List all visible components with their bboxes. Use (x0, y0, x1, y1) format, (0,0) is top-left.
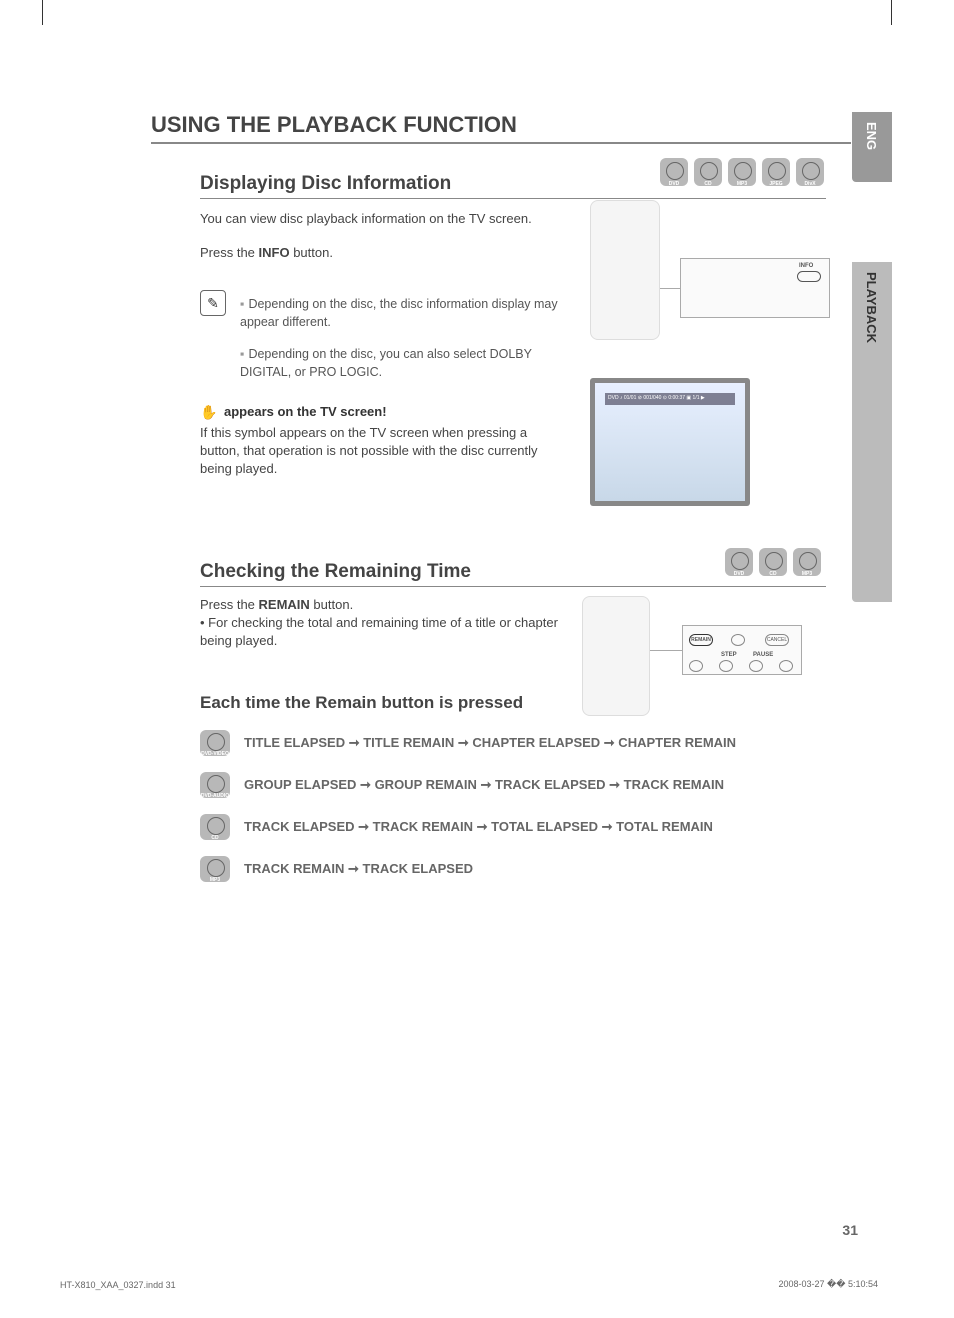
section-heading-remain-cycle: Each time the Remain button is pressed (200, 693, 523, 713)
pause-label: PAUSE (753, 652, 773, 658)
language-tab-label: ENG (852, 112, 891, 160)
tv-screen-body: If this symbol appears on the TV screen … (200, 424, 560, 479)
cycle-row-cd: CD TRACK ELAPSED ➞ TRACK REMAIN ➞ TOTAL … (200, 814, 713, 840)
step-button (719, 660, 733, 672)
section-heading-remaining-time: Checking the Remaining Time (200, 561, 471, 583)
step-label: STEP (721, 652, 737, 658)
remain-button-highlight: REMAIN (689, 634, 713, 646)
footer-filename: HT-X810_XAA_0327.indd 31 (60, 1280, 176, 1290)
remain-bullet: • For checking the total and remaining t… (200, 614, 560, 650)
title-underline (151, 142, 851, 144)
bullet-icon: ▪ (240, 297, 244, 311)
note-2: ▪Depending on the disc, you can also sel… (240, 346, 570, 381)
info-button-label: INFO (799, 263, 813, 269)
badge-mp3: MP3 (793, 548, 821, 576)
badge-dvd: DVD (725, 548, 753, 576)
prev-button (689, 660, 703, 672)
cancel-button: CANCEL (765, 634, 789, 646)
callout-line (650, 650, 682, 651)
page-title: USING THE PLAYBACK FUNCTION (151, 112, 517, 138)
tv-overlay-osd: DVD ♪ 01/01 ⊘ 001/040 ⊙ 0:00:37 ▣ 1/1 ▶ (605, 393, 735, 405)
heading-underline (200, 586, 826, 587)
heading-underline (200, 198, 826, 199)
note-icon: ✎ (200, 290, 226, 316)
badge-dvd-video: DVD-VIDEO (200, 730, 230, 756)
intro-text: You can view disc playback information o… (200, 210, 532, 228)
tv-preview-image: DVD ♪ 01/01 ⊘ 001/040 ⊙ 0:00:37 ▣ 1/1 ▶ (590, 378, 750, 506)
remote-diagram-1 (590, 200, 660, 340)
bullet-icon: ▪ (240, 347, 244, 361)
note-1: ▪Depending on the disc, the disc informa… (240, 296, 570, 331)
badge-mp3: MP3 (200, 856, 230, 882)
format-badges-disc-info: DVD CD MP3 JPEG DivX (660, 158, 824, 186)
remote-callout-info: INFO (680, 258, 830, 318)
badge-cd: CD (759, 548, 787, 576)
next-button (779, 660, 793, 672)
badge-dvd: DVD (660, 158, 688, 186)
cycle-row-mp3: MP3 TRACK REMAIN ➞ TRACK ELAPSED (200, 856, 473, 882)
crop-mark (891, 0, 892, 25)
crop-mark (42, 0, 43, 25)
badge-divx: DivX (796, 158, 824, 186)
info-button-highlight (797, 271, 821, 282)
badge-cd: CD (694, 158, 722, 186)
cycle-text: TRACK ELAPSED ➞ TRACK REMAIN ➞ TOTAL ELA… (244, 819, 713, 835)
press-info-instruction: Press the INFO button. (200, 244, 333, 262)
cycle-text: GROUP ELAPSED ➞ GROUP REMAIN ➞ TRACK ELA… (244, 777, 724, 793)
badge-cd: CD (200, 814, 230, 840)
remote-callout-remain: REMAIN CANCEL STEP PAUSE (682, 625, 802, 675)
badge-jpeg: JPEG (762, 158, 790, 186)
tv-preview-screen: DVD ♪ 01/01 ⊘ 001/040 ⊙ 0:00:37 ▣ 1/1 ▶ (595, 383, 745, 501)
page-number: 31 (842, 1222, 858, 1238)
format-badges-remaining: DVD CD MP3 (725, 548, 821, 576)
remote-diagram-2 (582, 596, 650, 716)
callout-line (660, 288, 680, 289)
section-tab-label: PLAYBACK (852, 262, 891, 353)
badge-dvd-audio: DVD-AUDIO (200, 772, 230, 798)
cycle-row-dvd-audio: DVD-AUDIO GROUP ELAPSED ➞ GROUP REMAIN ➞… (200, 772, 724, 798)
language-tab: ENG (852, 112, 892, 182)
hand-icon: ✋ (200, 404, 218, 422)
cycle-text: TITLE ELAPSED ➞ TITLE REMAIN ➞ CHAPTER E… (244, 735, 736, 751)
section-heading-disc-info: Displaying Disc Information (200, 173, 451, 195)
cycle-text: TRACK REMAIN ➞ TRACK ELAPSED (244, 861, 473, 877)
footer-timestamp: 2008-03-27 �� 5:10:54 (778, 1279, 878, 1290)
cycle-row-dvd-video: DVD-VIDEO TITLE ELAPSED ➞ TITLE REMAIN ➞… (200, 730, 736, 756)
section-tab: PLAYBACK (852, 262, 892, 602)
pause-button (749, 660, 763, 672)
circle-button (731, 634, 745, 646)
tv-screen-heading: appears on the TV screen! (224, 404, 387, 419)
badge-mp3: MP3 (728, 158, 756, 186)
press-remain-instruction: Press the REMAIN button. (200, 596, 353, 614)
